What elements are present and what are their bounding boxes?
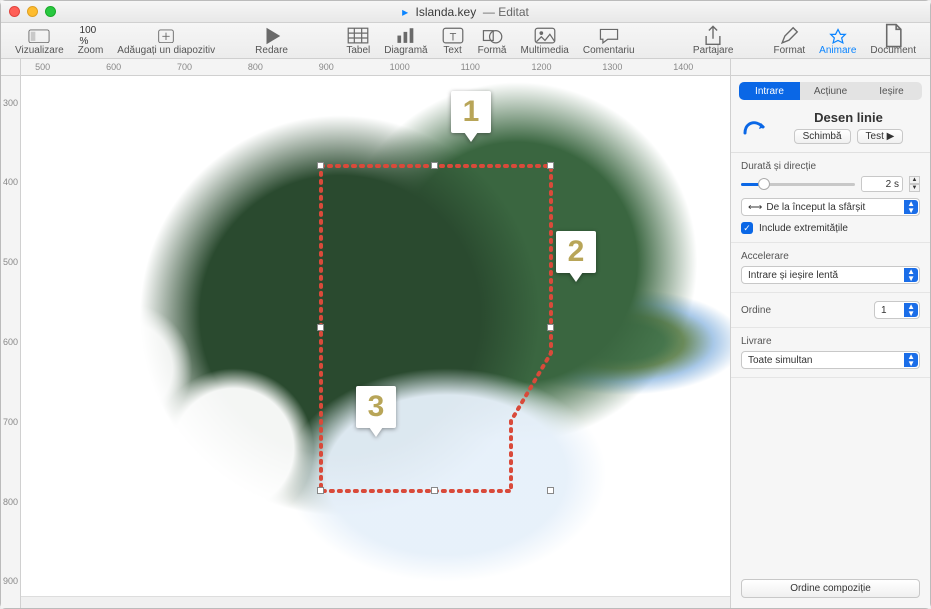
document-button[interactable]: Document (866, 28, 920, 56)
duration-section: Durată și direcție 2 s ▲▼ ⟷ De la începu… (731, 153, 930, 243)
window-titlebar: ▸ Islanda.key — Editat (1, 1, 930, 23)
duration-label: Durată și direcție (741, 161, 920, 172)
chart-icon (395, 28, 417, 44)
paintbrush-icon (778, 28, 800, 44)
format-label: Format (774, 45, 806, 56)
duration-slider[interactable] (741, 183, 855, 186)
acceleration-section: Accelerare Intrare și ieșire lentă ▲▼ (731, 243, 930, 293)
share-icon (702, 28, 724, 44)
selection-handle[interactable] (431, 162, 438, 169)
map-pin-1[interactable]: 1 (451, 91, 491, 133)
comment-icon (598, 28, 620, 44)
document-label: Document (870, 45, 916, 56)
animate-phase-tabs: Intrare Acțiune Ieșire (739, 82, 922, 100)
document-icon: ▸ (402, 5, 408, 19)
add-slide-button[interactable]: Adăugați un diapozitiv (113, 28, 219, 56)
order-section: Ordine 1 ▲▼ (731, 293, 930, 328)
traffic-lights (9, 6, 56, 17)
text-button[interactable]: T Text (438, 28, 468, 56)
zoom-label: Zoom (78, 45, 104, 56)
shape-button[interactable]: Formă (474, 28, 511, 56)
svg-text:T: T (449, 32, 456, 44)
animate-label: Animare (819, 45, 856, 56)
view-button[interactable]: Vizualizare (11, 28, 68, 56)
shape-label: Formă (478, 45, 507, 56)
media-label: Multimedia (521, 45, 569, 56)
ruler-horizontal: 500 600 700 800 900 1000 1100 1200 1300 … (1, 59, 930, 76)
media-button[interactable]: Multimedia (517, 28, 573, 56)
effect-name: Desen linie (777, 110, 920, 125)
document-status: Editat (498, 5, 529, 19)
zoom-icon: 100 % (80, 28, 102, 44)
delivery-select[interactable]: Toate simultan ▲▼ (741, 351, 920, 369)
selection-handle[interactable] (317, 324, 324, 331)
table-button[interactable]: Tabel (342, 28, 374, 56)
acceleration-label: Accelerare (741, 251, 920, 262)
ruler-vertical: 300 400 500 600 700 800 900 (1, 76, 21, 608)
map-pin-2[interactable]: 2 (556, 231, 596, 273)
animate-icon (827, 28, 849, 44)
inspector-sidebar: Intrare Acțiune Ieșire Desen linie Schim… (730, 76, 930, 608)
build-order-button[interactable]: Ordine compoziție (741, 579, 920, 598)
document-name: Islanda.key (415, 5, 476, 19)
order-select[interactable]: 1 ▲▼ (874, 301, 920, 319)
main-area: 300 400 500 600 700 800 900 1 2 3 Intrar… (1, 76, 930, 608)
acceleration-select[interactable]: Intrare și ieșire lentă ▲▼ (741, 266, 920, 284)
text-icon: T (442, 28, 464, 44)
map-pin-3[interactable]: 3 (356, 386, 396, 428)
delivery-section: Livrare Toate simultan ▲▼ (731, 328, 930, 378)
slide-canvas[interactable]: 1 2 3 (21, 76, 730, 608)
selection-handle[interactable] (547, 162, 554, 169)
zoom-button[interactable]: 100 % Zoom (74, 28, 108, 56)
play-icon (261, 28, 283, 44)
plus-icon (155, 28, 177, 44)
document-icon-tb (882, 28, 904, 44)
chart-button[interactable]: Diagramă (380, 28, 431, 56)
tab-build-in[interactable]: Intrare (739, 82, 800, 100)
delivery-label: Livrare (741, 336, 920, 347)
order-label: Ordine (741, 305, 868, 316)
duration-field[interactable]: 2 s (861, 176, 903, 192)
selection-handle[interactable] (317, 487, 324, 494)
view-label: Vizualizare (15, 45, 64, 56)
tab-action[interactable]: Acțiune (800, 82, 861, 100)
close-window-button[interactable] (9, 6, 20, 17)
format-button[interactable]: Format (770, 28, 810, 56)
share-label: Partajare (693, 45, 734, 56)
main-toolbar: Vizualizare 100 % Zoom Adăugați un diapo… (1, 23, 930, 59)
include-endpoints-label: Include extremitățile (759, 223, 848, 234)
comment-button[interactable]: Comentariu (579, 28, 639, 56)
change-effect-button[interactable]: Schimbă (794, 129, 851, 144)
duration-stepper[interactable]: ▲▼ (909, 176, 920, 192)
add-slide-label: Adăugați un diapozitiv (117, 45, 215, 56)
effect-header: Desen linie Schimbă Test ▶ (731, 106, 930, 153)
window-title: ▸ Islanda.key — Editat (1, 5, 930, 19)
play-button[interactable]: Redare (251, 28, 292, 56)
selection-handle[interactable] (431, 487, 438, 494)
table-icon (347, 28, 369, 44)
fullscreen-window-button[interactable] (45, 6, 56, 17)
selection-handle[interactable] (547, 487, 554, 494)
direction-select[interactable]: ⟷ De la început la sfârșit ▲▼ (741, 198, 920, 216)
shape-icon (481, 28, 503, 44)
minimize-window-button[interactable] (27, 6, 38, 17)
tab-build-out[interactable]: Ieșire (861, 82, 922, 100)
selection-handle[interactable] (547, 324, 554, 331)
route-path[interactable] (21, 76, 730, 608)
media-icon (534, 28, 556, 44)
line-draw-icon (741, 113, 769, 141)
comment-label: Comentariu (583, 45, 635, 56)
horizontal-scrollbar[interactable] (21, 596, 730, 608)
chart-label: Diagramă (384, 45, 427, 56)
preview-effect-button[interactable]: Test ▶ (857, 129, 904, 144)
selection-handle[interactable] (317, 162, 324, 169)
play-label: Redare (255, 45, 288, 56)
include-endpoints-checkbox[interactable]: ✓ (741, 222, 753, 234)
table-label: Tabel (346, 45, 370, 56)
text-label: Text (443, 45, 461, 56)
view-icon (28, 28, 50, 44)
share-button[interactable]: Partajare (689, 28, 738, 56)
animate-button[interactable]: Animare (815, 28, 860, 56)
